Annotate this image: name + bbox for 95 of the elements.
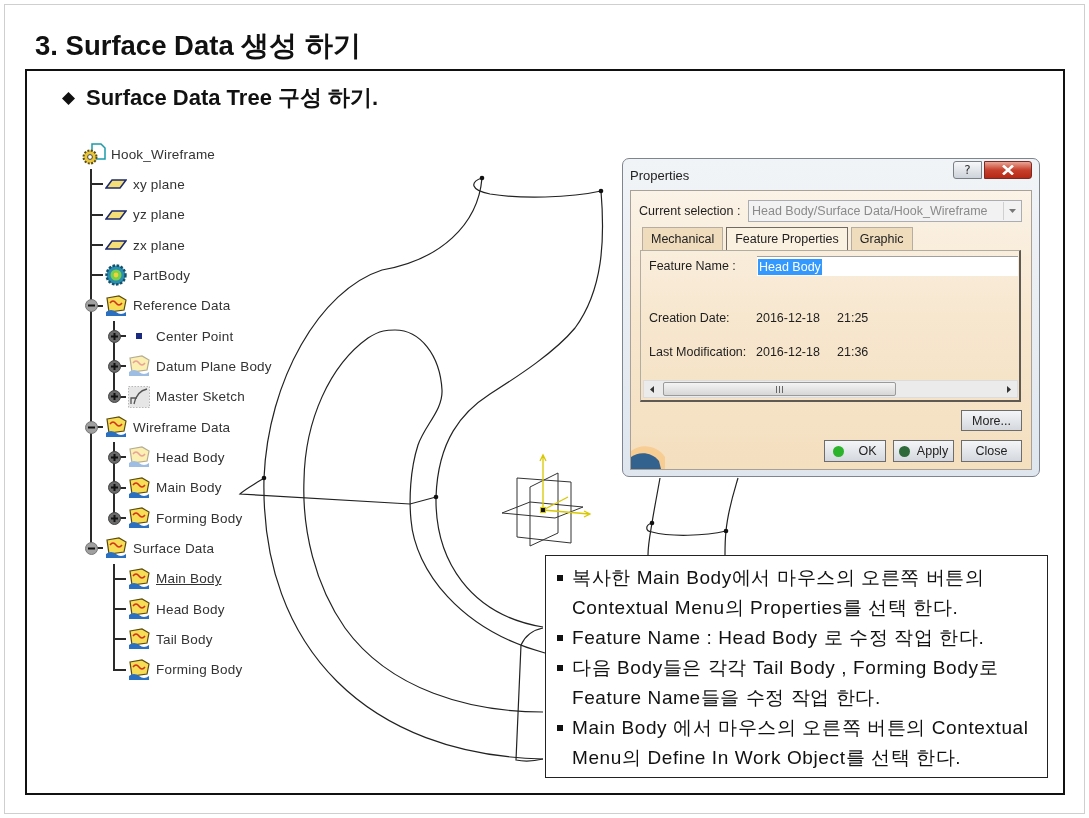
tree-item[interactable]: Tail Body [156, 631, 213, 647]
minus-circle-icon[interactable] [84, 541, 98, 555]
vertex-icon [433, 494, 439, 500]
tree-item[interactable]: Head Body [156, 601, 225, 617]
tree-connector-line [113, 442, 126, 473]
more-button[interactable]: More... [961, 410, 1022, 431]
close-button[interactable]: Close [961, 440, 1022, 462]
vertex-icon [649, 520, 655, 526]
tree-item[interactable]: xy plane [133, 177, 185, 192]
field-label: Feature Name : [649, 259, 737, 273]
tree-connector-line [113, 320, 126, 352]
minus-circle-icon[interactable] [84, 420, 98, 434]
date-label: Last Modification: [649, 345, 748, 359]
plane-icon [105, 179, 127, 190]
caret-icon [1008, 209, 1016, 213]
globe-icon [631, 443, 665, 469]
tree-connector-line [90, 230, 103, 261]
tree-item[interactable]: Hook_Wireframe [111, 146, 216, 162]
tree-item[interactable]: zx plane [133, 237, 185, 253]
section-heading: Surface Data Tree 구성 하기. [86, 84, 379, 112]
note-text: Feature Name : Head Body 로 수정 작업 한다. [572, 626, 986, 650]
tree-connector-line [90, 169, 103, 200]
plane-icon [105, 209, 127, 220]
tree-item[interactable]: Main Body [156, 571, 222, 587]
sheet-icon [127, 476, 151, 499]
sheet-icon [127, 628, 151, 651]
vertex-icon [723, 528, 729, 534]
vertex-icon [261, 475, 267, 481]
time-value: 21:36 [837, 345, 869, 359]
sheet-icon [127, 446, 151, 469]
tree-item[interactable]: yz plane [133, 207, 185, 223]
note-text: 다음 Body들은 각각 Tail Body , Forming Body로 Feature Name들을 수정 작업 한다. [572, 656, 1000, 710]
tab[interactable]: Feature Properties [726, 227, 848, 250]
tree-item[interactable]: Forming Body [156, 510, 243, 526]
sheet-icon [104, 416, 128, 439]
tab[interactable]: Graphic [850, 227, 913, 250]
tab[interactable]: Mechanical [642, 227, 724, 250]
field-label: Current selection : [639, 204, 741, 218]
plane-icon [105, 240, 127, 251]
note-text: 복사한 Main Body에서 마우스의 오른쪽 버튼의 Contextual Menu의 Properties를 선택 한다. [572, 566, 986, 620]
tree-connector-line [113, 593, 126, 625]
date-label: Creation Date: [649, 311, 731, 325]
tree-connector-line [113, 563, 126, 594]
tree-item[interactable]: Reference Data [133, 298, 231, 314]
tree-connector-line [90, 260, 103, 291]
tree-item[interactable]: Center Point [156, 328, 234, 344]
window-close-button[interactable] [984, 161, 1032, 179]
date-value: 2016-12-18 [756, 311, 821, 325]
tree-item[interactable]: Main Body [156, 480, 222, 496]
tree-item[interactable]: Master Sketch [156, 389, 245, 405]
plus-circle-icon[interactable] [107, 481, 121, 495]
plus-circle-icon[interactable] [107, 359, 121, 373]
plus-circle-icon[interactable] [107, 450, 121, 464]
plus-circle-icon[interactable] [107, 390, 121, 404]
minus-circle-icon[interactable] [84, 299, 98, 313]
bullet-icon [557, 665, 563, 671]
slide-title: 3. Surface Data 생성 하기 [35, 30, 361, 61]
apply-button[interactable]: Apply [893, 440, 954, 462]
bullet-icon [557, 635, 563, 641]
note-text: Main Body 에서 마우스의 오른쪽 버튼의 Contextual Menu의 Define In Work Object를 선택 한다. [572, 716, 1030, 770]
grip-icon [776, 385, 783, 393]
sheet-icon [127, 598, 151, 621]
tree-item[interactable]: Wireframe Data [133, 419, 231, 435]
vertex-icon [598, 188, 604, 194]
tree-item[interactable]: Surface Data [133, 540, 215, 556]
close-icon [1002, 165, 1014, 175]
tree-item[interactable]: Head Body [156, 449, 225, 465]
left-arrow-icon[interactable] [650, 385, 654, 393]
sheet-icon [127, 567, 151, 590]
bullet-icon [557, 725, 563, 731]
dialog-title: Properties [630, 168, 690, 183]
sheet-icon [104, 537, 128, 560]
tree-item[interactable]: Datum Plane Body [156, 358, 272, 374]
sheet-icon [104, 294, 128, 317]
bullet-icon [557, 575, 563, 581]
plus-circle-icon[interactable] [107, 329, 121, 343]
tree-item[interactable]: Forming Body [156, 662, 243, 678]
sheet-icon [127, 507, 151, 530]
sheet-icon [127, 355, 151, 378]
point-icon [136, 333, 142, 340]
tree-connector-line [90, 199, 103, 230]
ok-button[interactable]: OK [824, 440, 886, 462]
gear-document-icon [82, 143, 106, 166]
diamond-icon [62, 91, 75, 105]
sketch-icon [128, 385, 150, 408]
plus-circle-icon[interactable] [107, 511, 121, 525]
help-button[interactable]: ? [953, 161, 982, 179]
vertex-icon [479, 175, 485, 181]
gear-icon [105, 264, 127, 287]
date-value: 2016-12-18 [756, 345, 821, 359]
sheet-icon [127, 658, 151, 681]
right-arrow-icon[interactable] [1007, 385, 1011, 393]
time-value: 21:25 [837, 311, 869, 325]
tree-item[interactable]: PartBody [133, 267, 191, 283]
scrollbar-thumb[interactable] [663, 382, 896, 396]
